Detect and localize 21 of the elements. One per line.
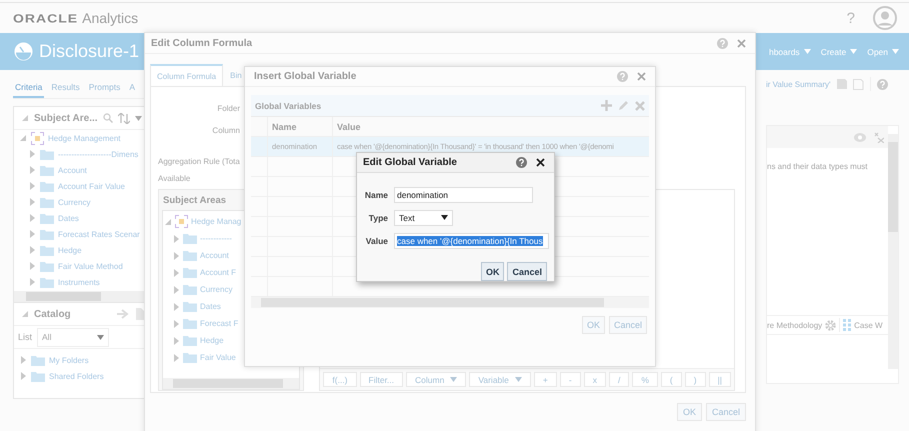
- dialog-title: Edit Column Formula: [151, 38, 254, 48]
- panel-title: Subject Areas: [162, 194, 226, 208]
- section-title: Global Variables: [255, 100, 322, 110]
- brand-logo: ORACLE: [13, 11, 78, 25]
- column-header: Name: [272, 122, 297, 132]
- field-label: Column: [211, 126, 240, 134]
- dialog-title: Edit Global Variable: [363, 157, 458, 168]
- field-label: Value: [364, 236, 388, 246]
- page-title: Disclosure-1: [39, 41, 140, 62]
- field-label: Name: [364, 190, 388, 200]
- panel-title: Catalog: [34, 308, 71, 320]
- panel-title: Subject Are...: [34, 112, 98, 124]
- field-label: Folder: [216, 104, 240, 112]
- description-text: ns and their data types must: [767, 162, 868, 171]
- dialog-title: Insert Global Variable: [254, 71, 358, 82]
- field-label: List: [18, 332, 32, 342]
- field-label: Type: [368, 212, 388, 222]
- field-label: Aggregation Rule (Tota: [158, 156, 240, 168]
- field-label: Available: [158, 173, 190, 185]
- product-name: Analytics: [82, 10, 138, 26]
- column-header: Value: [337, 122, 361, 132]
